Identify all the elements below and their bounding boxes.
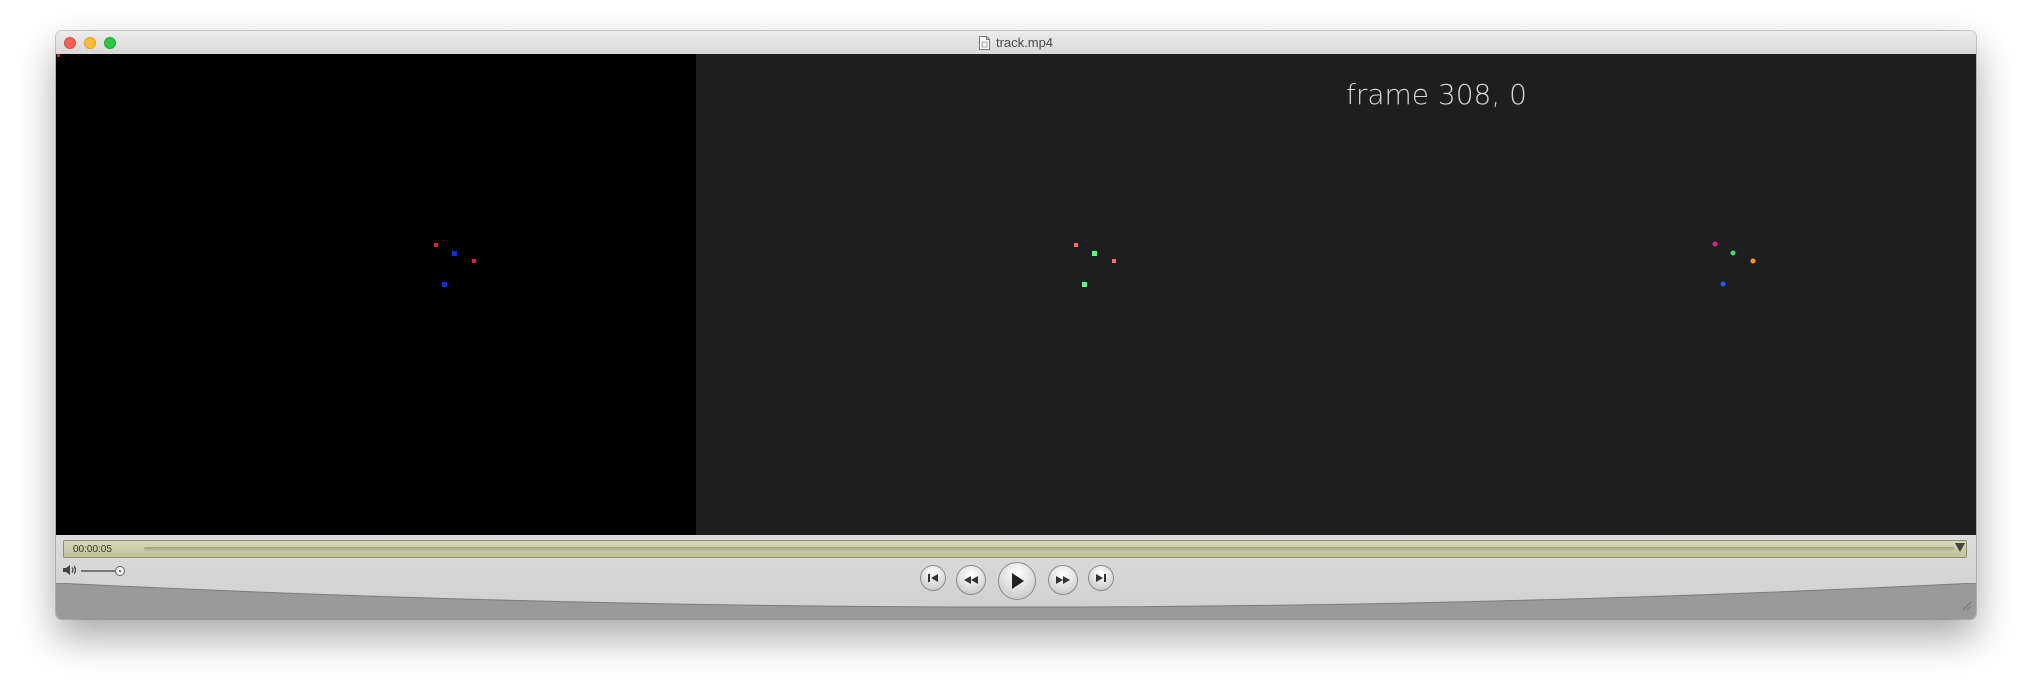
right-pane bbox=[696, 54, 1976, 535]
playhead-marker[interactable] bbox=[1955, 543, 1965, 552]
marker-dot bbox=[442, 282, 447, 287]
marker-dot bbox=[452, 251, 457, 256]
skip-forward-icon bbox=[1096, 574, 1106, 582]
marker-dot bbox=[1730, 250, 1736, 256]
fast-forward-button[interactable] bbox=[1048, 565, 1078, 595]
left-pane bbox=[56, 54, 696, 535]
controls-bar: 00:00:05 bbox=[56, 535, 1976, 619]
rewind-button[interactable] bbox=[956, 565, 986, 595]
play-button[interactable] bbox=[998, 562, 1036, 600]
window-title: track.mp4 bbox=[995, 35, 1054, 50]
volume-knob[interactable] bbox=[115, 566, 125, 576]
play-icon bbox=[1012, 573, 1024, 589]
skip-to-end-button[interactable] bbox=[1088, 565, 1114, 591]
frame-overlay-text: frame 308, 0 bbox=[1346, 78, 1527, 111]
player-window: track.mp4 frame 308, 0 00:00:05 bbox=[56, 31, 1976, 619]
video-frame[interactable]: frame 308, 0 bbox=[56, 54, 1976, 535]
resize-grip-icon[interactable] bbox=[1960, 599, 1972, 611]
marker-dot bbox=[1092, 251, 1097, 256]
fast-forward-icon bbox=[1056, 576, 1070, 584]
title-wrap: track.mp4 bbox=[56, 31, 1976, 54]
skip-to-start-button[interactable] bbox=[920, 565, 946, 591]
timecode: 00:00:05 bbox=[73, 544, 112, 555]
title-bar[interactable]: track.mp4 bbox=[56, 31, 1976, 55]
marker-dot bbox=[1112, 259, 1116, 263]
video-canvas: frame 308, 0 bbox=[56, 54, 1976, 535]
document-icon bbox=[978, 35, 990, 50]
speaker-icon[interactable] bbox=[62, 564, 78, 576]
volume-slider[interactable] bbox=[81, 570, 119, 572]
corner-marker bbox=[57, 54, 60, 57]
marker-dot bbox=[1074, 243, 1078, 247]
marker-dot bbox=[434, 243, 438, 247]
marker-dot bbox=[1712, 241, 1718, 247]
skip-back-icon bbox=[928, 574, 938, 582]
marker-dot bbox=[472, 259, 476, 263]
rewind-icon bbox=[964, 576, 978, 584]
marker-dot bbox=[1082, 282, 1087, 287]
marker-dot bbox=[1720, 281, 1726, 287]
timeline-track[interactable] bbox=[144, 547, 1954, 552]
scrubber-bar[interactable]: 00:00:05 bbox=[63, 540, 1967, 558]
marker-dot bbox=[1750, 258, 1756, 264]
